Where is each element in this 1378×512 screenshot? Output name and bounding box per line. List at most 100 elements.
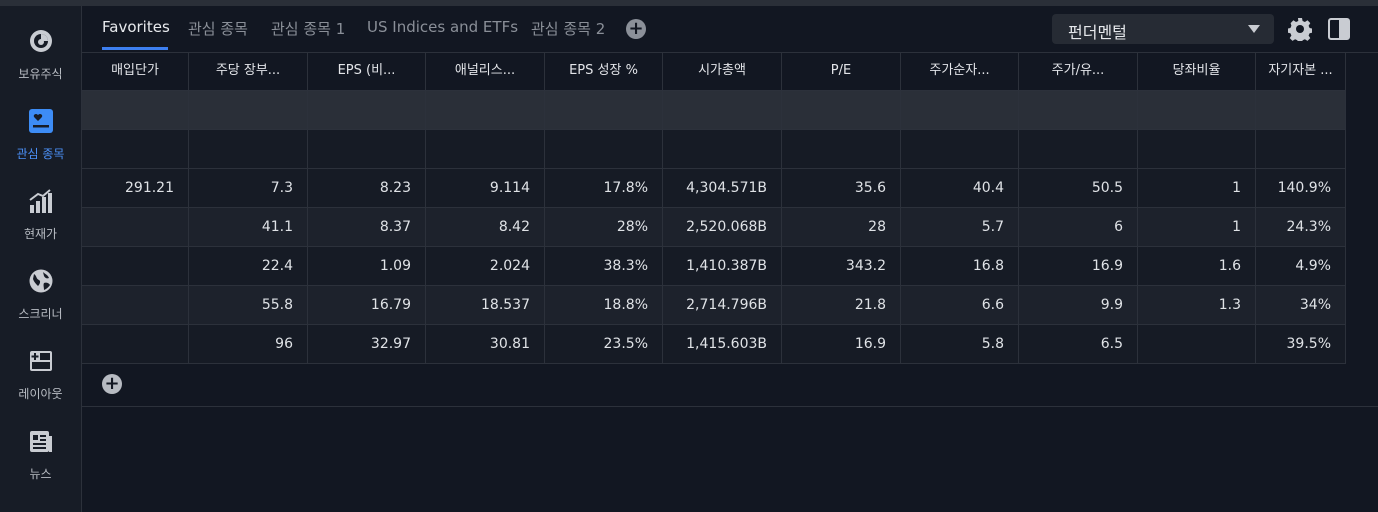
tab-bar: Favorites 관심 종목 관심 종목 1 US Indices and E… (82, 6, 1378, 53)
table-cell: 4,304.571B (663, 169, 782, 208)
column-header[interactable]: 당좌비율 (1138, 52, 1256, 91)
table-cell: 291.21 (82, 169, 189, 208)
table-cell: 5.7 (901, 208, 1019, 247)
layout-add-icon (30, 351, 52, 371)
table-row[interactable]: 22.4 1.09 2.024 38.3% 1,410.387B 343.2 16.8 16.… (82, 247, 1346, 286)
table-cell: 17.8% (545, 169, 663, 208)
table-cell (82, 208, 189, 247)
news-icon (30, 431, 52, 452)
table-cell: 1.3 (1138, 286, 1256, 325)
table-cell (82, 130, 189, 169)
watchlist-icon (29, 109, 53, 133)
globe-icon (29, 269, 53, 293)
table-cell: 5.8 (901, 325, 1019, 364)
table-cell (782, 91, 901, 130)
portfolio-icon (30, 30, 52, 52)
table-cell: 21.8 (782, 286, 901, 325)
tab-watchlist[interactable]: 관심 종목 (188, 18, 248, 39)
active-tab-indicator (102, 47, 168, 50)
table-cell: 2,714.796B (663, 286, 782, 325)
quote-chart-icon (29, 189, 52, 213)
sidebar-item-label: 레이아웃 (18, 387, 63, 401)
tab-favorites[interactable]: Favorites (102, 18, 170, 36)
table-cell (545, 130, 663, 169)
tab-us-indices-etfs[interactable]: US Indices and ETFs (367, 18, 518, 36)
column-header[interactable]: EPS 성장 % (545, 52, 663, 91)
add-row-area: + (82, 364, 1378, 407)
table-cell: 9.9 (1019, 286, 1138, 325)
table-row[interactable]: 41.1 8.37 8.42 28% 2,520.068B 28 5.7 6 1 24.3% (82, 208, 1346, 247)
view-select[interactable]: 펀더멘털 (1052, 14, 1274, 44)
table-cell: 9.114 (426, 169, 545, 208)
add-tab-button[interactable]: + (626, 19, 646, 39)
table-cell: 1.09 (308, 247, 426, 286)
table-cell (426, 130, 545, 169)
table-cell (189, 130, 308, 169)
table-cell: 16.9 (782, 325, 901, 364)
table-cell (663, 130, 782, 169)
table-cell: 32.97 (308, 325, 426, 364)
table-row[interactable]: 55.8 16.79 18.537 18.8% 2,714.796B 21.8 6.6 9.9… (82, 286, 1346, 325)
column-header[interactable]: 자기자본 ... (1256, 52, 1346, 91)
table-cell (901, 130, 1019, 169)
column-header[interactable]: 시가총액 (663, 52, 782, 91)
column-header[interactable]: 주가/유... (1019, 52, 1138, 91)
table-cell (1138, 91, 1256, 130)
table-cell (82, 247, 189, 286)
table-cell: 16.79 (308, 286, 426, 325)
sidebar-item-portfolio[interactable]: 보유주식 (0, 20, 81, 90)
sidebar-item-watchlist[interactable]: 관심 종목 (0, 100, 81, 170)
column-header[interactable]: 매입단가 (82, 52, 189, 91)
sidebar-item-news[interactable]: 뉴스 (0, 420, 81, 490)
sidebar-item-layout[interactable]: 레이아웃 (0, 340, 81, 410)
sidebar-item-quote[interactable]: 현재가 (0, 180, 81, 250)
column-header[interactable]: EPS (비... (308, 52, 426, 91)
table-cell: 7.3 (189, 169, 308, 208)
table-cell: 23.5% (545, 325, 663, 364)
table-cell: 16.8 (901, 247, 1019, 286)
table-cell: 1,410.387B (663, 247, 782, 286)
gear-icon[interactable] (1288, 17, 1312, 41)
table-cell (1138, 130, 1256, 169)
table-cell: 140.9% (1256, 169, 1346, 208)
tab-watchlist-1[interactable]: 관심 종목 1 (271, 18, 345, 39)
sidebar-item-screener[interactable]: 스크리너 (0, 260, 81, 330)
sidebar-item-label: 보유주식 (18, 67, 63, 81)
table-cell: 6.6 (901, 286, 1019, 325)
table-cell: 2.024 (426, 247, 545, 286)
table-cell: 18.8% (545, 286, 663, 325)
table-cell: 6 (1019, 208, 1138, 247)
table-row[interactable] (82, 91, 1346, 130)
column-header[interactable]: 주가순자... (901, 52, 1019, 91)
table-cell: 96 (189, 325, 308, 364)
table-cell (1256, 91, 1346, 130)
sidebar-item-label: 뉴스 (29, 467, 52, 481)
table-cell: 55.8 (189, 286, 308, 325)
table-row[interactable]: 291.21 7.3 8.23 9.114 17.8% 4,304.571B 35.6 40.… (82, 169, 1346, 208)
table-cell (545, 91, 663, 130)
panel-toggle-icon[interactable] (1328, 18, 1350, 40)
sidebar-item-label: 스크리너 (18, 307, 63, 321)
table-cell (663, 91, 782, 130)
table-row[interactable] (82, 130, 1346, 169)
table-cell: 8.23 (308, 169, 426, 208)
table-cell (308, 91, 426, 130)
sidebar: 보유주식 관심 종목 현재가 스크리너 레이아웃 뉴스 (0, 6, 82, 512)
table-cell: 50.5 (1019, 169, 1138, 208)
table-cell (308, 130, 426, 169)
chevron-down-icon (1248, 25, 1260, 33)
column-header[interactable]: P/E (782, 52, 901, 91)
table-cell: 1 (1138, 208, 1256, 247)
table-cell (82, 286, 189, 325)
column-header[interactable]: 주당 장부... (189, 52, 308, 91)
add-row-button[interactable]: + (102, 374, 122, 394)
table-cell (82, 325, 189, 364)
table-cell (82, 91, 189, 130)
tab-watchlist-2[interactable]: 관심 종목 2 (531, 18, 605, 39)
table-cell: 34% (1256, 286, 1346, 325)
table-cell: 8.42 (426, 208, 545, 247)
table-row[interactable]: 96 32.97 30.81 23.5% 1,415.603B 16.9 5.8 6.5 39.… (82, 325, 1346, 364)
sidebar-item-label: 현재가 (23, 227, 58, 241)
table-cell: 38.3% (545, 247, 663, 286)
column-header[interactable]: 애널리스... (426, 52, 545, 91)
